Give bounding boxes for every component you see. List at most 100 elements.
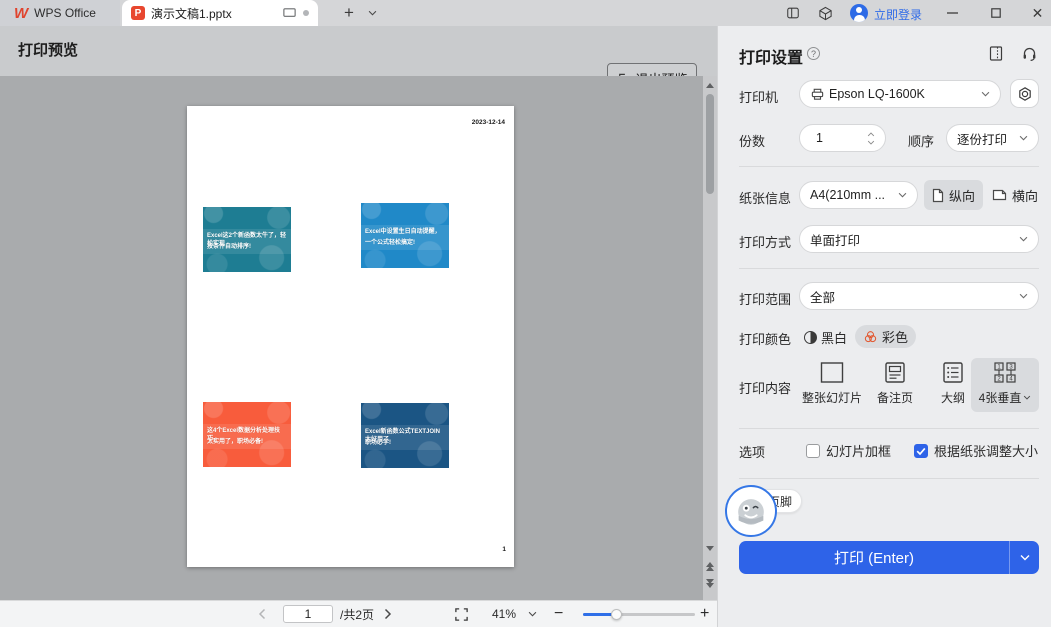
content-full-slide-option[interactable]: 整张幻灯片: [801, 358, 863, 412]
content-outline-option[interactable]: 大纲: [929, 358, 977, 412]
option-frame-slides[interactable]: 幻灯片加框: [806, 441, 891, 460]
wps-logo-icon: W: [14, 6, 28, 21]
portrait-label: 纵向: [949, 186, 975, 205]
bw-label: 黑白: [821, 328, 847, 347]
content-option-label: 大纲: [941, 389, 965, 406]
print-method-select[interactable]: 单面打印: [799, 225, 1039, 253]
chevron-down-icon: [1023, 395, 1031, 400]
notes-page-icon: [882, 361, 908, 385]
chevron-down-icon: [1019, 236, 1028, 242]
checkbox-checked[interactable]: [914, 444, 928, 458]
printer-properties-button[interactable]: [1010, 79, 1039, 108]
preview-header: 打印预览 退出预览: [0, 26, 717, 76]
scroll-down-icon[interactable]: [706, 546, 714, 551]
split-view-icon[interactable]: [783, 0, 803, 26]
print-settings-panel: 打印设置 ? 打印机 Epson LQ-1600K 份数 1 顺序 逐份打印 纸…: [717, 26, 1051, 627]
method-value: 单面打印: [810, 230, 1019, 249]
user-avatar[interactable]: [850, 4, 868, 22]
zoom-out-button[interactable]: −: [554, 601, 563, 627]
zoom-in-button[interactable]: +: [700, 601, 709, 627]
login-link[interactable]: 立即登录: [874, 6, 922, 23]
divider: [739, 428, 1039, 429]
print-options-chevron[interactable]: [1009, 541, 1039, 574]
slide-thumbnail-2: Excel中设置生日自动提醒， 一个公式轻松搞定!: [361, 203, 449, 268]
zoom-slider[interactable]: [583, 613, 695, 616]
orientation-portrait-button[interactable]: 纵向: [924, 180, 983, 210]
portrait-page-icon: [932, 188, 944, 203]
page-title: 打印预览: [18, 26, 78, 76]
print-button[interactable]: 打印 (Enter): [739, 541, 1039, 574]
app-name: WPS Office: [34, 6, 96, 20]
new-tab-button[interactable]: +: [338, 0, 360, 26]
present-mode-icon[interactable]: [282, 6, 297, 20]
order-label: 顺序: [908, 131, 934, 150]
slide-4-line-2: 职场必学!: [365, 439, 446, 447]
zoom-chevron-icon[interactable]: [528, 601, 537, 627]
slide-thumbnail-1: Excel这2个新函数太牛了，轻松实现 按条件自动排序!: [203, 207, 291, 272]
print-button-label: 打印 (Enter): [739, 547, 1009, 568]
print-layout-icon[interactable]: [988, 45, 1004, 62]
copies-stepper[interactable]: 1: [799, 124, 886, 152]
scrollbar-thumb[interactable]: [706, 94, 714, 194]
divider: [739, 268, 1039, 269]
zoom-level[interactable]: 41%: [492, 601, 516, 627]
page-number: 1: [502, 546, 506, 553]
ai-assistant-robot-icon[interactable]: [725, 485, 777, 537]
vertical-scrollbar[interactable]: [703, 76, 717, 600]
color-color-option[interactable]: 彩色: [855, 325, 916, 348]
landscape-label: 横向: [1012, 186, 1038, 205]
divider: [739, 478, 1039, 479]
document-tab[interactable]: P 演示文稿1.pptx: [122, 0, 318, 26]
app-brand[interactable]: W WPS Office: [0, 0, 120, 26]
options-label: 选项: [739, 442, 765, 461]
apps-cube-icon[interactable]: [815, 0, 835, 26]
orientation-landscape-button[interactable]: 横向: [984, 180, 1046, 210]
minimize-button[interactable]: [938, 0, 966, 26]
copies-value: 1: [816, 131, 867, 145]
slide-2-line-1: Excel中设置生日自动提醒，: [365, 228, 446, 236]
order-select[interactable]: 逐份打印: [946, 124, 1039, 152]
support-headset-icon[interactable]: [1021, 45, 1038, 62]
method-label: 打印方式: [739, 232, 791, 251]
next-page-button[interactable]: [384, 601, 392, 627]
slide-3-line-2: 太实用了，职场必备!: [207, 438, 288, 446]
fit-to-window-icon[interactable]: [454, 601, 469, 627]
help-icon[interactable]: ?: [807, 47, 820, 60]
chevron-down-icon: [1019, 135, 1028, 141]
content-option-label: 整张幻灯片: [802, 389, 862, 406]
gear-icon: [1017, 86, 1033, 102]
print-range-select[interactable]: 全部: [799, 282, 1039, 310]
previous-page-icon[interactable]: [706, 562, 714, 571]
scroll-up-icon[interactable]: [706, 83, 714, 88]
content-4-vertical-option[interactable]: 13 24 4张垂直: [971, 358, 1039, 412]
printer-select[interactable]: Epson LQ-1600K: [799, 80, 1001, 108]
close-button[interactable]: ✕: [1024, 0, 1051, 26]
tab-list-chevron-icon[interactable]: [362, 0, 382, 26]
full-slide-icon: [819, 361, 845, 385]
statusbar: /共2页 41% − +: [0, 600, 717, 627]
option-scale-to-paper[interactable]: 根据纸张调整大小: [914, 441, 1038, 460]
frame-slides-label: 幻灯片加框: [826, 441, 891, 460]
content-option-label: 4张垂直: [979, 389, 1022, 406]
range-label: 打印范围: [739, 289, 791, 308]
outline-icon: [940, 361, 966, 385]
stepper-arrows-icon[interactable]: [867, 132, 875, 145]
copies-label: 份数: [739, 131, 765, 150]
preview-canvas[interactable]: 2023-12-14 Excel这2个新函数太牛了，轻松实现 按条件自动排序! …: [0, 76, 703, 600]
rgb-circles-icon: [863, 330, 878, 344]
next-page-icon[interactable]: [706, 579, 714, 588]
maximize-button[interactable]: [982, 0, 1010, 26]
color-bw-option[interactable]: 黑白: [804, 328, 847, 347]
content-notes-option[interactable]: 备注页: [864, 358, 926, 412]
order-value: 逐份打印: [957, 129, 1019, 148]
zoom-slider-thumb[interactable]: [611, 609, 622, 620]
paper-label: 纸张信息: [739, 188, 791, 207]
slide-2-line-2: 一个公式轻松搞定!: [365, 239, 446, 247]
prev-page-button[interactable]: [258, 601, 266, 627]
ppt-file-icon: P: [131, 6, 145, 20]
paper-size-select[interactable]: A4(210mm ...: [799, 181, 918, 209]
checkbox-unchecked[interactable]: [806, 444, 820, 458]
chevron-down-icon: [981, 91, 990, 97]
landscape-page-icon: [992, 189, 1007, 201]
page-number-input[interactable]: [283, 605, 333, 623]
